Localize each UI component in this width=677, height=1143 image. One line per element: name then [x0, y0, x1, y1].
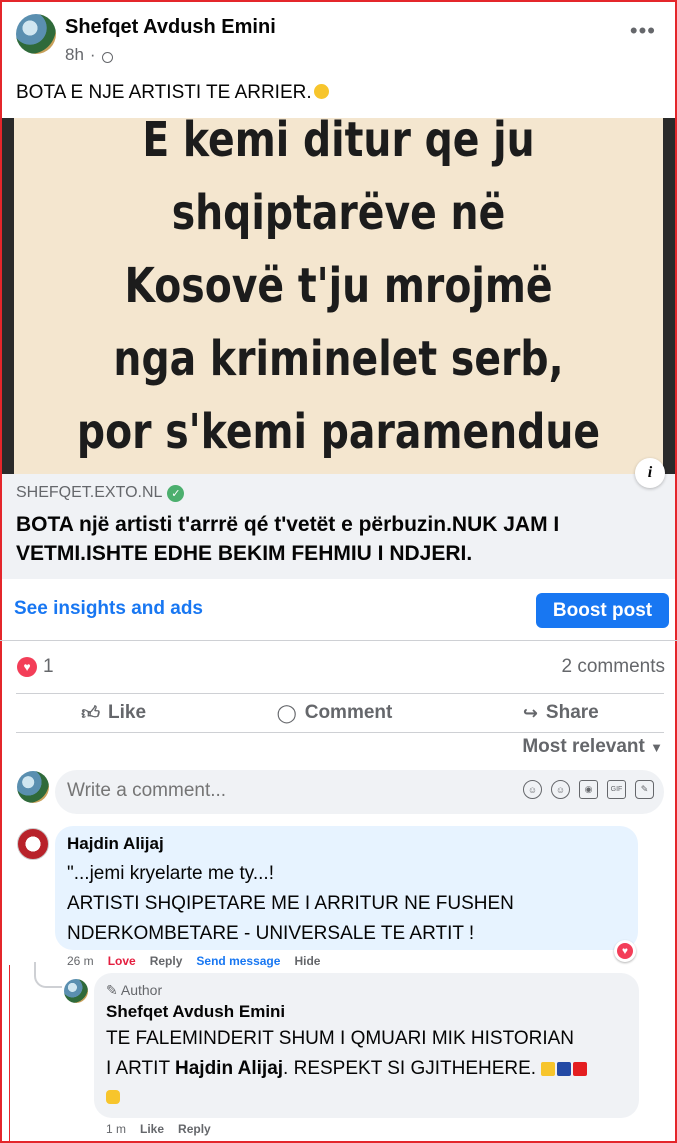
image-text-line: por s'kemi paramendue — [76, 404, 601, 460]
mention-link[interactable]: Hajdin Alijaj — [175, 1058, 283, 1079]
frame-marker — [9, 965, 10, 1143]
reply-author-name[interactable]: Shefqet Avdush Emini — [106, 1002, 285, 1022]
boost-post-button[interactable]: Boost post — [536, 593, 669, 628]
avatar-sticker-icon[interactable]: ☺ — [523, 780, 542, 799]
current-user-avatar[interactable] — [17, 771, 49, 803]
wink-emoji-icon — [313, 84, 329, 99]
comment-bubble-icon: ◯ — [276, 702, 297, 723]
post-header: Shefqet Avdush Emini 8h · ••• — [16, 12, 666, 72]
share-button[interactable]: ↪ Share — [523, 702, 599, 724]
more-options-button[interactable]: ••• — [630, 18, 656, 44]
reply-button[interactable]: Reply — [150, 954, 183, 968]
comment-input[interactable] — [67, 780, 507, 802]
comment-label: Comment — [304, 702, 393, 723]
post-text-content: BOTA E NJE ARTISTI TE ARRIER. — [16, 82, 312, 103]
thumbs-up-icon: 👍︎ — [81, 703, 101, 723]
like-button[interactable]: 👍︎ Like — [81, 702, 146, 724]
love-reaction-icon: ♥ — [617, 943, 633, 959]
love-reaction-icon: ♥ — [17, 657, 37, 677]
reply-line: TE FALEMINDERIT SHUM I QMUARI MIK HISTOR… — [106, 1028, 575, 1049]
post-actions-bar: 👍︎ Like ◯ Comment ↪ Share — [16, 693, 664, 733]
divider — [0, 640, 677, 641]
verified-check-icon: ✓ — [167, 484, 185, 502]
send-message-button[interactable]: Send message — [196, 954, 280, 968]
reply-line-suffix: . RESPEKT SI GJITHEHERE. — [283, 1058, 537, 1079]
share-arrow-icon: ↪ — [522, 702, 538, 723]
waving-hand-icon — [106, 1090, 120, 1104]
reply-actions: 1 m Like Reply — [106, 1122, 211, 1136]
reply-author-avatar[interactable] — [64, 979, 88, 1003]
reply-line — [106, 1084, 631, 1114]
reply-button[interactable]: Reply — [178, 1122, 211, 1136]
sort-comments-dropdown[interactable]: Most relevant ▼ — [522, 736, 663, 758]
reaction-summary[interactable]: ♥ 1 — [17, 656, 54, 678]
love-reaction-button[interactable]: Love — [108, 954, 136, 968]
reply-thread-line — [34, 962, 62, 988]
image-text: E kemi ditur qe ju shqiptarëve në Kosovë… — [72, 118, 604, 469]
sticker-icon[interactable]: ✎ — [635, 780, 654, 799]
hide-button[interactable]: Hide — [294, 954, 320, 968]
kosovo-flag-icon — [557, 1062, 572, 1076]
gif-icon[interactable]: GIF — [607, 780, 626, 799]
comment-text: "...jemi kryelarte me ty...! ARTISTI SHQ… — [67, 859, 627, 949]
link-domain-text: SHEFQET.EXTO.NL — [16, 484, 163, 501]
reply-line-prefix: I ARTIT — [106, 1058, 175, 1079]
image-border-right — [663, 118, 675, 474]
author-badge: ✎ Author — [106, 982, 162, 999]
comment-line: ARTISTI SHQIPETARE ME I ARRITUR NE FUSHE… — [67, 893, 514, 914]
image-text-line: Kosovë t'ju mrojmë — [124, 258, 553, 314]
reply-bubble: ✎ Author Shefqet Avdush Emini TE FALEMIN… — [94, 973, 639, 1118]
camera-icon[interactable]: ◉ — [579, 780, 598, 799]
post-text: BOTA E NJE ARTISTI TE ARRIER. — [16, 82, 329, 104]
comment-line: "...jemi kryelarte me ty...! — [67, 863, 274, 884]
image-text-line: nga kriminelet serb, — [113, 331, 564, 387]
comment-composer[interactable]: ☺ ☺ ◉ GIF ✎ — [55, 770, 664, 814]
image-text-line: E kemi ditur qe ju — [142, 118, 535, 168]
post-time[interactable]: 8h — [65, 45, 84, 65]
emoji-sequence — [541, 1062, 588, 1076]
comment-time[interactable]: 26 m — [67, 954, 94, 968]
comment-button[interactable]: ◯ Comment — [277, 702, 393, 724]
link-title[interactable]: BOTA një artisti t'arrrë qé t'vetët e pë… — [16, 510, 656, 568]
albania-flag-icon — [573, 1062, 588, 1076]
info-button[interactable]: i — [635, 458, 665, 488]
emoji-icon[interactable]: ☺ — [551, 780, 570, 799]
share-label: Share — [545, 702, 599, 723]
comment-reaction[interactable]: ♥ — [614, 940, 636, 962]
reply-line: I ARTIT Hajdin Alijaj. RESPEKT SI GJITHE… — [106, 1054, 631, 1084]
comment-bubble: Hajdin Alijaj "...jemi kryelarte me ty..… — [55, 826, 638, 950]
praying-hands-icon — [541, 1062, 556, 1076]
author-badge-label: Author — [120, 982, 163, 998]
link-preview[interactable]: i SHEFQET.EXTO.NL ✓ BOTA një artisti t'a… — [2, 458, 675, 579]
caret-down-icon: ▼ — [650, 740, 663, 755]
see-insights-link[interactable]: See insights and ads — [14, 598, 203, 620]
image-border-left — [2, 118, 14, 474]
post-meta: 8h · — [65, 45, 113, 65]
image-text-line: shqiptarëve në — [171, 185, 506, 241]
author-name[interactable]: Shefqet Avdush Emini — [65, 16, 276, 39]
reply-time[interactable]: 1 m — [106, 1122, 126, 1136]
commenter-avatar[interactable] — [17, 828, 49, 860]
composer-tools: ☺ ☺ ◉ GIF ✎ — [523, 780, 654, 799]
commenter-name[interactable]: Hajdin Alijaj — [67, 834, 164, 854]
reaction-count: 1 — [43, 656, 54, 677]
comment-line: NDERKOMBETARE - UNIVERSALE TE ARTIT ! — [67, 923, 475, 944]
globe-icon — [101, 51, 113, 63]
sort-label: Most relevant — [522, 736, 645, 757]
reply-text: TE FALEMINDERIT SHUM I QMUARI MIK HISTOR… — [106, 1024, 631, 1114]
author-avatar[interactable] — [16, 14, 56, 54]
like-comment-button[interactable]: Like — [140, 1122, 164, 1136]
comment-actions: 26 m Love Reply Send message Hide — [67, 954, 320, 968]
like-label: Like — [108, 702, 147, 723]
comments-count[interactable]: 2 comments — [562, 656, 665, 678]
post-image[interactable]: E kemi ditur qe ju shqiptarëve në Kosovë… — [2, 118, 675, 474]
pencil-icon: ✎ — [106, 982, 118, 998]
link-domain: SHEFQET.EXTO.NL ✓ — [16, 484, 185, 502]
